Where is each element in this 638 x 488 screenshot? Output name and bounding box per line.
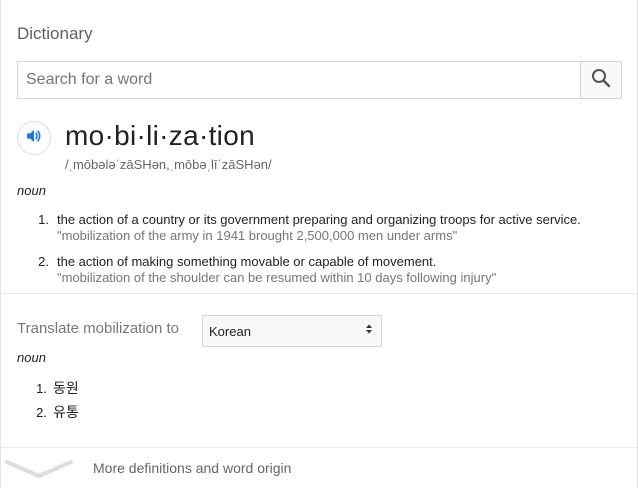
pronunciation-button[interactable] bbox=[17, 121, 51, 155]
language-select-value: Korean bbox=[209, 323, 251, 339]
definition-example: "mobilization of the shoulder can be res… bbox=[57, 270, 497, 285]
more-definitions-link[interactable]: More definitions and word origin bbox=[1, 448, 637, 488]
translation-number: 2. bbox=[36, 404, 47, 420]
definition-number: 2. bbox=[38, 254, 49, 269]
definition-item: 1. the action of a country or its govern… bbox=[17, 212, 617, 244]
dictionary-card: Dictionary mo·bi·li·za·tion /ˌmōbələˈzāS… bbox=[0, 0, 638, 488]
definition-text: the action of a country or its governmen… bbox=[57, 212, 581, 227]
speaker-icon bbox=[25, 127, 43, 150]
definition-text: the action of making something movable o… bbox=[57, 254, 437, 269]
translation-word: 유통 bbox=[53, 405, 79, 421]
search-box bbox=[17, 61, 622, 99]
search-input[interactable] bbox=[18, 62, 580, 98]
translate-label: Translate mobilization to bbox=[17, 320, 180, 337]
section-divider bbox=[1, 293, 637, 294]
translation-word: 동원 bbox=[53, 381, 79, 397]
definition-item: 2. the action of making something movabl… bbox=[17, 254, 617, 286]
definitions-list: 1. the action of a country or its govern… bbox=[17, 212, 617, 296]
definition-number: 1. bbox=[38, 212, 49, 227]
translation-item: 1. 동원 bbox=[17, 376, 79, 400]
translation-item: 2. 유통 bbox=[17, 400, 79, 424]
headword: mo·bi·li·za·tion bbox=[65, 120, 255, 151]
part-of-speech: noun bbox=[17, 183, 46, 198]
search-icon bbox=[591, 68, 611, 93]
search-button[interactable] bbox=[580, 62, 621, 98]
expand-chevron-icon bbox=[0, 448, 79, 488]
definition-example: "mobilization of the army in 1941 brough… bbox=[57, 228, 458, 243]
select-arrows-icon bbox=[365, 322, 373, 340]
translation-number: 1. bbox=[36, 380, 47, 396]
more-definitions-text: More definitions and word origin bbox=[93, 460, 292, 476]
dictionary-title: Dictionary bbox=[17, 24, 93, 43]
translation-part-of-speech: noun bbox=[17, 350, 46, 365]
language-select[interactable]: Korean bbox=[202, 315, 382, 347]
translation-list: 1. 동원 2. 유통 bbox=[17, 376, 79, 424]
phonetic-spelling: /ˌmōbələˈzāSHən,ˌmōbəˌlīˈzāSHən/ bbox=[65, 157, 272, 172]
